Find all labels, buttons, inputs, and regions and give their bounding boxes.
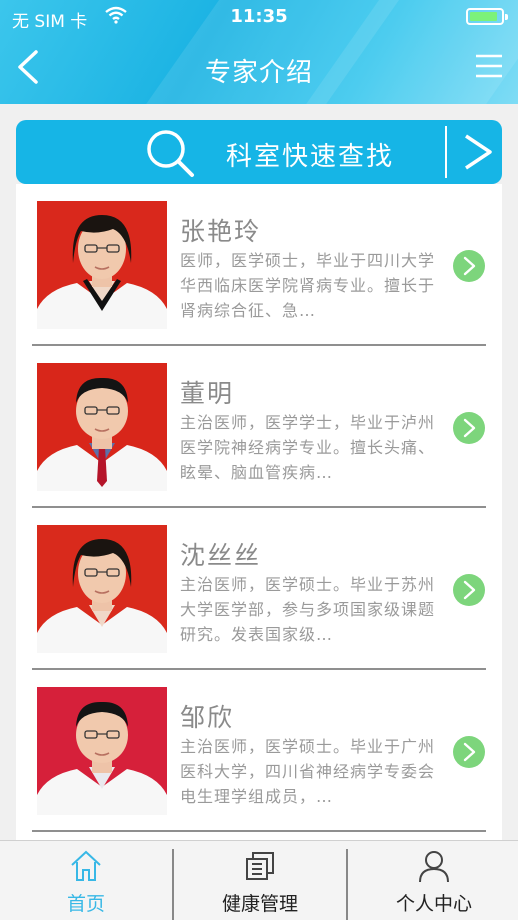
tab-profile-label: 个人中心 bbox=[395, 893, 472, 915]
doctor-description: 主治医师，医学硕士。毕业于广州医科大学，四川省神经病学专委会电生理学组成员，… bbox=[180, 737, 436, 806]
status-time: 11:35 bbox=[230, 6, 288, 27]
tab-health-label: 健康管理 bbox=[221, 893, 298, 915]
doctor-description: 主治医师，医学学士，毕业于泸州医学院神经病学专业。擅长头痛、眩晕、脑血管疾病… bbox=[180, 413, 436, 482]
tab-home[interactable]: 首页 bbox=[0, 841, 172, 920]
view-detail-button[interactable] bbox=[453, 250, 485, 282]
doctor-name: 董明 bbox=[180, 379, 235, 408]
doctor-list: 张艳玲 医师，医学硕士，毕业于四川大学华西临床医学院肾病专业。擅长于肾病综合征、… bbox=[16, 184, 502, 840]
doctor-list-item[interactable]: 邹欣 主治医师，医学硕士。毕业于广州医科大学，四川省神经病学专委会电生理学组成员… bbox=[16, 670, 502, 832]
doctor-name: 张艳玲 bbox=[180, 217, 262, 246]
chevron-right-icon bbox=[460, 132, 496, 176]
home-icon bbox=[0, 849, 172, 887]
tab-home-label: 首页 bbox=[66, 893, 105, 915]
search-divider bbox=[445, 126, 447, 178]
books-icon bbox=[174, 849, 346, 887]
doctor-list-item[interactable]: 董明 主治医师，医学学士，毕业于泸州医学院神经病学专业。擅长头痛、眩晕、脑血管疾… bbox=[16, 346, 502, 508]
battery-icon bbox=[466, 8, 508, 25]
tab-bar: 首页 健康管理 个人中心 bbox=[0, 840, 518, 920]
search-icon bbox=[144, 127, 198, 183]
status-bar: 无 SIM 卡 11:35 bbox=[0, 0, 518, 34]
doctor-list-item[interactable]: 沈丝丝 主治医师，医学硕士。毕业于苏州大学医学部，参与多项国家级课题研究。发表国… bbox=[16, 508, 502, 670]
view-detail-button[interactable] bbox=[453, 736, 485, 768]
doctor-photo bbox=[37, 201, 167, 329]
chevron-right-icon bbox=[463, 418, 476, 438]
chevron-right-icon bbox=[463, 256, 476, 276]
view-detail-button[interactable] bbox=[453, 574, 485, 606]
doctor-name: 邹欣 bbox=[180, 703, 235, 732]
doctor-description: 医师，医学硕士，毕业于四川大学华西临床医学院肾病专业。擅长于肾病综合征、急… bbox=[180, 251, 436, 320]
doctor-description: 主治医师，医学硕士。毕业于苏州大学医学部，参与多项国家级课题研究。发表国家级… bbox=[180, 575, 436, 644]
doctor-list-item[interactable]: 张艳玲 医师，医学硕士，毕业于四川大学华西临床医学院肾病专业。擅长于肾病综合征、… bbox=[16, 184, 502, 346]
chevron-right-icon bbox=[463, 580, 476, 600]
menu-icon bbox=[476, 54, 502, 78]
chevron-right-icon bbox=[463, 742, 476, 762]
doctor-photo bbox=[37, 525, 167, 653]
doctor-photo bbox=[37, 363, 167, 491]
department-search-button[interactable]: 科室快速查找 bbox=[16, 120, 502, 184]
view-detail-button[interactable] bbox=[453, 412, 485, 444]
tab-health-management[interactable]: 健康管理 bbox=[174, 841, 346, 920]
tab-profile[interactable]: 个人中心 bbox=[348, 841, 518, 920]
page-title: 专家介绍 bbox=[204, 58, 313, 88]
app-header: 无 SIM 卡 11:35 专家介绍 bbox=[0, 0, 518, 104]
menu-button[interactable] bbox=[474, 52, 504, 80]
doctor-name: 沈丝丝 bbox=[180, 541, 262, 570]
person-icon bbox=[348, 849, 518, 887]
list-divider bbox=[32, 830, 486, 832]
search-label: 科室快速查找 bbox=[226, 142, 395, 172]
doctor-photo bbox=[37, 687, 167, 815]
